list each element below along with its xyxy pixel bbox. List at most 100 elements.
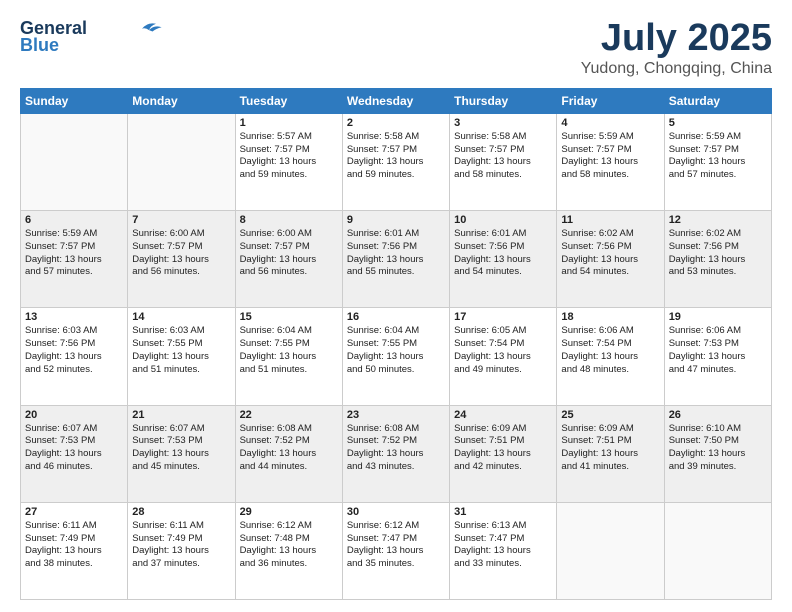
day-info: Daylight: 13 hours <box>132 448 230 461</box>
day-info: Daylight: 13 hours <box>132 545 230 558</box>
day-info: Daylight: 13 hours <box>240 156 338 169</box>
day-info: and 37 minutes. <box>132 558 230 571</box>
day-info: Sunset: 7:57 PM <box>454 144 552 157</box>
day-number: 17 <box>454 311 552 323</box>
day-number: 29 <box>240 506 338 518</box>
day-info: and 52 minutes. <box>25 364 123 377</box>
table-row: 24Sunrise: 6:09 AMSunset: 7:51 PMDayligh… <box>450 405 557 502</box>
day-info: Sunset: 7:55 PM <box>132 338 230 351</box>
day-info: and 53 minutes. <box>669 266 767 279</box>
table-row: 15Sunrise: 6:04 AMSunset: 7:55 PMDayligh… <box>235 308 342 405</box>
day-number: 3 <box>454 117 552 129</box>
day-info: and 55 minutes. <box>347 266 445 279</box>
col-tuesday: Tuesday <box>235 88 342 113</box>
day-info: Sunrise: 5:59 AM <box>669 131 767 144</box>
header-row: Sunday Monday Tuesday Wednesday Thursday… <box>21 88 772 113</box>
table-row: 23Sunrise: 6:08 AMSunset: 7:52 PMDayligh… <box>342 405 449 502</box>
day-number: 19 <box>669 311 767 323</box>
day-info: Sunrise: 6:11 AM <box>25 520 123 533</box>
day-info: and 54 minutes. <box>454 266 552 279</box>
table-row: 19Sunrise: 6:06 AMSunset: 7:53 PMDayligh… <box>664 308 771 405</box>
day-info: Sunset: 7:51 PM <box>561 435 659 448</box>
day-info: Daylight: 13 hours <box>347 254 445 267</box>
day-info: and 41 minutes. <box>561 461 659 474</box>
day-info: Daylight: 13 hours <box>454 254 552 267</box>
day-number: 10 <box>454 214 552 226</box>
day-number: 2 <box>347 117 445 129</box>
day-info: and 56 minutes. <box>240 266 338 279</box>
day-info: and 46 minutes. <box>25 461 123 474</box>
day-info: Sunset: 7:56 PM <box>561 241 659 254</box>
day-info: Daylight: 13 hours <box>561 448 659 461</box>
day-info: Sunrise: 6:07 AM <box>132 423 230 436</box>
day-info: and 56 minutes. <box>132 266 230 279</box>
table-row: 29Sunrise: 6:12 AMSunset: 7:48 PMDayligh… <box>235 502 342 599</box>
table-row: 12Sunrise: 6:02 AMSunset: 7:56 PMDayligh… <box>664 211 771 308</box>
day-number: 20 <box>25 409 123 421</box>
day-info: Sunrise: 6:04 AM <box>240 325 338 338</box>
day-info: and 42 minutes. <box>454 461 552 474</box>
day-info: Sunset: 7:51 PM <box>454 435 552 448</box>
day-info: Sunset: 7:57 PM <box>240 144 338 157</box>
day-info: Sunrise: 6:12 AM <box>240 520 338 533</box>
day-info: Sunrise: 6:03 AM <box>25 325 123 338</box>
day-number: 8 <box>240 214 338 226</box>
title-block: July 2025 Yudong, Chongqing, China <box>581 18 772 78</box>
day-info: Sunset: 7:53 PM <box>25 435 123 448</box>
day-number: 24 <box>454 409 552 421</box>
day-info: Daylight: 13 hours <box>454 156 552 169</box>
day-info: Sunset: 7:57 PM <box>561 144 659 157</box>
table-row: 8Sunrise: 6:00 AMSunset: 7:57 PMDaylight… <box>235 211 342 308</box>
day-info: Sunrise: 6:00 AM <box>132 228 230 241</box>
day-number: 13 <box>25 311 123 323</box>
day-info: and 49 minutes. <box>454 364 552 377</box>
day-info: Daylight: 13 hours <box>25 351 123 364</box>
day-info: Sunrise: 5:59 AM <box>25 228 123 241</box>
col-thursday: Thursday <box>450 88 557 113</box>
day-info: and 59 minutes. <box>347 169 445 182</box>
day-info: Sunset: 7:53 PM <box>132 435 230 448</box>
table-row: 18Sunrise: 6:06 AMSunset: 7:54 PMDayligh… <box>557 308 664 405</box>
day-number: 21 <box>132 409 230 421</box>
day-info: Daylight: 13 hours <box>240 351 338 364</box>
day-info: Sunrise: 5:58 AM <box>454 131 552 144</box>
day-info: Daylight: 13 hours <box>347 545 445 558</box>
day-info: Sunset: 7:52 PM <box>240 435 338 448</box>
day-info: Sunset: 7:49 PM <box>132 533 230 546</box>
day-info: and 59 minutes. <box>240 169 338 182</box>
day-number: 6 <box>25 214 123 226</box>
table-row: 25Sunrise: 6:09 AMSunset: 7:51 PMDayligh… <box>557 405 664 502</box>
day-info: Daylight: 13 hours <box>669 156 767 169</box>
day-number: 28 <box>132 506 230 518</box>
logo-blue: Blue <box>20 35 59 56</box>
day-info: Sunrise: 6:13 AM <box>454 520 552 533</box>
day-info: Daylight: 13 hours <box>347 351 445 364</box>
col-sunday: Sunday <box>21 88 128 113</box>
logo-bird-icon <box>135 19 163 37</box>
calendar-title: July 2025 <box>581 18 772 60</box>
col-wednesday: Wednesday <box>342 88 449 113</box>
day-info: Daylight: 13 hours <box>347 448 445 461</box>
day-info: Sunrise: 6:10 AM <box>669 423 767 436</box>
day-number: 4 <box>561 117 659 129</box>
col-saturday: Saturday <box>664 88 771 113</box>
day-info: Sunset: 7:57 PM <box>347 144 445 157</box>
day-info: Sunset: 7:56 PM <box>347 241 445 254</box>
day-number: 12 <box>669 214 767 226</box>
day-number: 22 <box>240 409 338 421</box>
day-info: Sunset: 7:57 PM <box>669 144 767 157</box>
col-monday: Monday <box>128 88 235 113</box>
table-row: 20Sunrise: 6:07 AMSunset: 7:53 PMDayligh… <box>21 405 128 502</box>
day-info: and 54 minutes. <box>561 266 659 279</box>
day-info: Sunset: 7:55 PM <box>347 338 445 351</box>
day-info: and 58 minutes. <box>454 169 552 182</box>
table-row: 4Sunrise: 5:59 AMSunset: 7:57 PMDaylight… <box>557 113 664 210</box>
col-friday: Friday <box>557 88 664 113</box>
day-info: and 45 minutes. <box>132 461 230 474</box>
table-row <box>664 502 771 599</box>
table-row <box>557 502 664 599</box>
day-info: Sunrise: 6:03 AM <box>132 325 230 338</box>
day-info: Daylight: 13 hours <box>669 448 767 461</box>
day-info: Daylight: 13 hours <box>25 545 123 558</box>
day-info: and 38 minutes. <box>25 558 123 571</box>
